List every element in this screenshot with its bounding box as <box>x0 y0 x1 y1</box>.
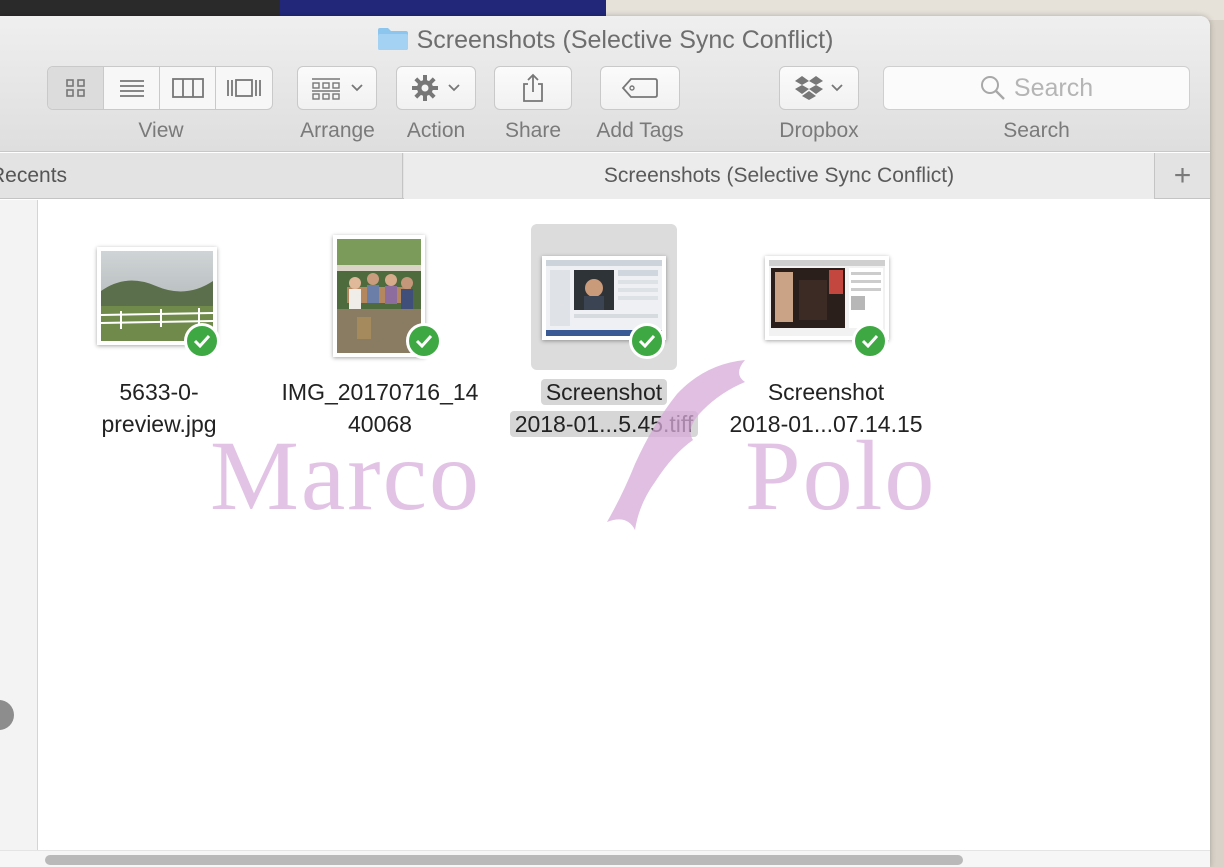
sidebar <box>0 200 38 850</box>
list-view-button[interactable] <box>104 67 160 109</box>
plus-icon: + <box>1173 159 1192 192</box>
tab-recents[interactable]: Recents <box>0 153 403 199</box>
file-name-line2: preview.jpg <box>101 411 217 437</box>
add-tab-button[interactable]: + <box>1154 153 1210 199</box>
tag-icon <box>621 78 658 98</box>
gallery-icon <box>227 79 261 97</box>
chevron-down-icon <box>351 84 363 92</box>
horizontal-scrollbar[interactable] <box>0 850 1210 867</box>
dropbox-icon <box>795 76 823 100</box>
dropbox-button[interactable] <box>779 66 859 110</box>
chevron-down-icon <box>831 84 843 92</box>
file-name: IMG_20170716_14 40068 <box>275 376 485 440</box>
search-label: Search <box>1003 119 1070 142</box>
tab-bar: Recents Screenshots (Selective Sync Conf… <box>0 153 1210 199</box>
file-name-line2: 40068 <box>348 411 412 437</box>
share-label: Share <box>504 119 562 142</box>
file-name-line2: 2018-01...5.45.tiff <box>488 408 720 440</box>
tab-screenshots[interactable]: Screenshots (Selective Sync Conflict) <box>404 153 1154 199</box>
arrange-button[interactable] <box>297 66 377 110</box>
finder-window: Screenshots (Selective Sync Conflict) Vi… <box>0 16 1210 867</box>
action-button[interactable] <box>396 66 476 110</box>
file-name: Screenshot 2018-01...5.45.tiff <box>488 376 720 440</box>
window-title-text: Screenshots (Selective Sync Conflict) <box>416 26 834 54</box>
sync-check-icon <box>406 323 442 359</box>
toolbar: Screenshots (Selective Sync Conflict) Vi… <box>0 16 1210 152</box>
search-placeholder: Search <box>1013 73 1094 102</box>
scrollbar-thumb[interactable] <box>45 855 963 865</box>
dropbox-label: Dropbox <box>779 119 859 142</box>
file-name-line1: Screenshot <box>767 379 885 405</box>
share-icon <box>523 73 543 102</box>
action-label: Action <box>406 119 466 142</box>
file-name-line2: 2018-01...07.14.15 <box>729 411 923 437</box>
columns-icon <box>171 78 204 98</box>
file-name: 5633-0- preview.jpg <box>79 376 239 440</box>
add-tags-label: Add Tags <box>596 119 684 142</box>
sync-check-icon <box>852 323 888 359</box>
share-button[interactable] <box>494 66 572 110</box>
file-name-line1-text: Screenshot <box>540 379 668 405</box>
sidebar-item-icon[interactable] <box>0 700 14 730</box>
sync-check-icon <box>629 323 665 359</box>
file-name-line2-text: 2018-01...5.45.tiff <box>509 411 699 437</box>
file-name-line1: 5633-0- <box>119 379 199 405</box>
tab-screenshots-label: Screenshots (Selective Sync Conflict) <box>603 164 955 187</box>
folder-icon <box>377 28 408 50</box>
sync-check-icon <box>184 323 220 359</box>
search-input[interactable]: Search <box>883 66 1190 110</box>
file-grid: 5633-0- preview.jpg IMG_20170716_14 4006… <box>39 200 1210 850</box>
chevron-down-icon <box>448 84 460 92</box>
gear-icon <box>412 75 438 101</box>
view-label: View <box>138 119 184 142</box>
search-icon <box>980 76 1005 100</box>
file-name: Screenshot 2018-01...07.14.15 <box>720 376 932 440</box>
arrange-grid-icon <box>312 78 340 100</box>
file-name-line1: IMG_20170716_14 <box>281 379 479 405</box>
file-name-line1: Screenshot <box>488 376 720 408</box>
arrange-label: Arrange <box>300 119 375 142</box>
icon-view-button[interactable] <box>48 67 104 109</box>
add-tags-button[interactable] <box>600 66 680 110</box>
window-title: Screenshots (Selective Sync Conflict) <box>0 22 1210 58</box>
view-control <box>47 66 273 110</box>
list-icon <box>119 80 144 97</box>
icon-grid-icon <box>65 79 85 97</box>
gallery-view-button[interactable] <box>216 67 272 109</box>
tab-recents-label: Recents <box>0 164 68 187</box>
column-view-button[interactable] <box>160 67 216 109</box>
